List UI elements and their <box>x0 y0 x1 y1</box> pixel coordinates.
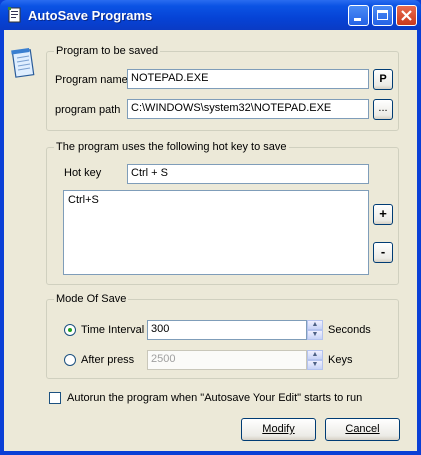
remove-hotkey-button[interactable]: - <box>373 242 393 263</box>
autosave-programs-window: AutoSave Programs Program to be saved Pr… <box>0 0 421 455</box>
after-press-unit: Keys <box>328 354 353 366</box>
maximize-icon <box>377 10 388 20</box>
close-icon <box>401 10 412 21</box>
time-interval-unit: Seconds <box>328 324 371 336</box>
time-interval-label: Time Interval <box>81 324 145 336</box>
add-hotkey-button[interactable]: + <box>373 204 393 225</box>
radio-selected-dot <box>68 328 72 332</box>
close-button[interactable] <box>396 5 417 26</box>
time-interval-spinner[interactable]: ▲ ▼ <box>307 320 323 340</box>
spin-down-icon[interactable]: ▼ <box>307 330 323 340</box>
after-press-label: After press <box>81 354 135 366</box>
title-bar[interactable]: AutoSave Programs <box>0 0 421 30</box>
program-path-field[interactable]: C:\WINDOWS\system32\NOTEPAD.EXE <box>127 99 369 119</box>
cancel-button[interactable]: Cancel <box>325 418 400 441</box>
notepad-icon <box>11 48 35 78</box>
spin-down-icon[interactable]: ▼ <box>307 360 323 370</box>
hotkey-group-legend: The program uses the following hot key t… <box>54 141 289 153</box>
program-group: Program to be saved Program name NOTEPAD… <box>46 45 399 131</box>
after-press-radio[interactable] <box>64 354 76 366</box>
browse-path-button[interactable]: ... <box>373 99 393 120</box>
hotkey-list-item[interactable]: Ctrl+S <box>68 194 364 206</box>
mode-group-legend: Mode Of Save <box>54 293 129 305</box>
mode-group: Mode Of Save Time Interval 300 ▲ ▼ Secon… <box>46 293 399 379</box>
hotkey-label: Hot key <box>64 167 102 179</box>
autorun-checkbox[interactable] <box>49 392 61 404</box>
spin-up-icon[interactable]: ▲ <box>307 350 323 360</box>
hotkey-list[interactable]: Ctrl+S <box>63 190 369 275</box>
window-title: AutoSave Programs <box>28 8 153 23</box>
modify-button-label: Modify <box>262 423 295 435</box>
program-path-label: program path <box>55 104 121 116</box>
after-press-spinner[interactable]: ▲ ▼ <box>307 350 323 370</box>
app-icon <box>8 7 21 23</box>
modify-button[interactable]: Modify <box>241 418 316 441</box>
spin-up-icon[interactable]: ▲ <box>307 320 323 330</box>
program-name-label: Program name <box>55 74 128 86</box>
maximize-button[interactable] <box>372 5 393 26</box>
time-interval-radio[interactable] <box>64 324 76 336</box>
hotkey-group: The program uses the following hot key t… <box>46 141 399 285</box>
autorun-label[interactable]: Autorun the program when "Autosave Your … <box>67 392 362 404</box>
time-interval-field[interactable]: 300 <box>147 320 307 340</box>
program-group-legend: Program to be saved <box>54 45 161 57</box>
after-press-field[interactable]: 2500 <box>147 350 307 370</box>
hotkey-field[interactable]: Ctrl + S <box>127 164 369 184</box>
pick-program-button[interactable]: P <box>373 69 393 90</box>
dialog-body: Program to be saved Program name NOTEPAD… <box>4 30 417 451</box>
cancel-button-label: Cancel <box>345 423 380 435</box>
minimize-icon <box>354 18 361 21</box>
minimize-button[interactable] <box>348 5 369 26</box>
program-name-field[interactable]: NOTEPAD.EXE <box>127 69 369 89</box>
